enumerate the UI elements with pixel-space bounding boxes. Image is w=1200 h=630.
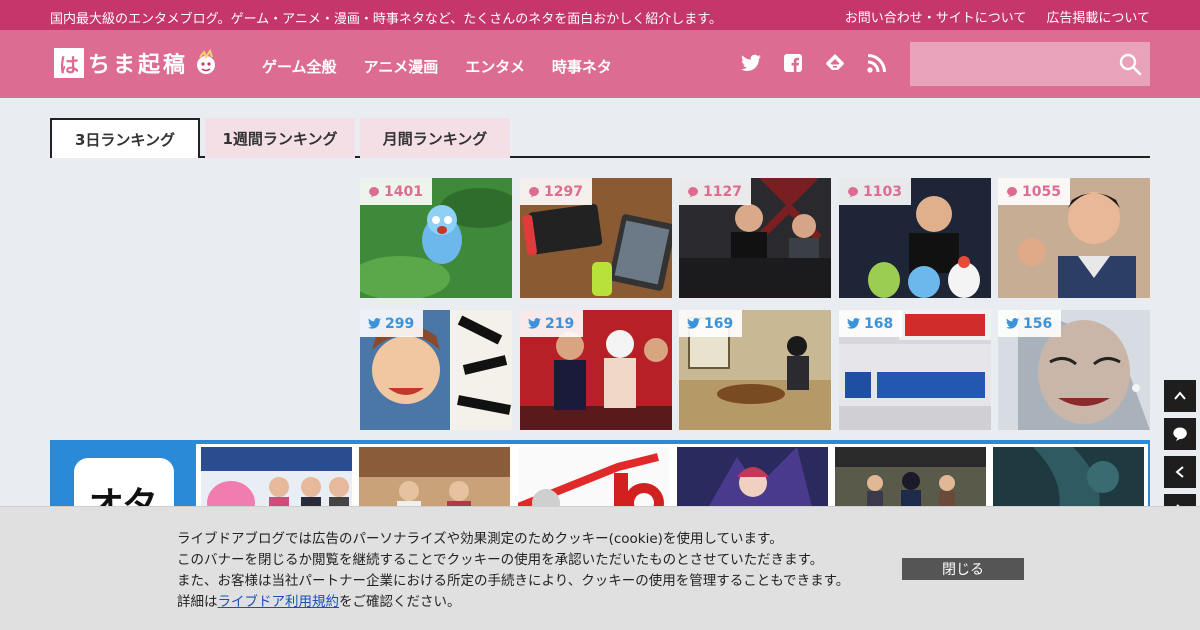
cookie-line: 詳細はライブドア利用規約をご確認ください。 — [177, 592, 849, 613]
logo-mark: は — [54, 48, 84, 78]
tweet-count-badge: 169 — [679, 310, 743, 337]
site-logo[interactable]: は ちま起稿 — [54, 46, 220, 80]
comment-icon — [1173, 427, 1187, 441]
facebook-icon[interactable] — [782, 52, 804, 74]
site-tagline: 国内最大級のエンタメブログ。ゲーム・アニメ・漫画・時事ネタなど、たくさんのネタを… — [50, 12, 722, 27]
contact-link[interactable]: お問い合わせ・サイトについて — [845, 7, 1027, 26]
cookie-line: このバナーを閉じるか閲覧を継続することでクッキーの使用を承認いただいたものとさせ… — [177, 552, 824, 568]
search-box — [910, 42, 1150, 86]
comment-count-badge: 1103 — [839, 178, 911, 205]
cookie-close-button[interactable]: 閉じる — [902, 558, 1024, 580]
twitter-icon — [368, 318, 381, 329]
cookie-line: また、お客様は当社パートナー企業における所定の手続きにより、クッキーの使用を管理… — [177, 573, 850, 589]
rss-icon[interactable] — [866, 52, 888, 74]
tweet-count-badge: 219 — [520, 310, 584, 337]
ranking-article[interactable]: 299 — [360, 310, 512, 430]
nav-games[interactable]: ゲーム全般 — [262, 56, 337, 77]
cookie-message: ライブドアブログでは広告のパーソナライズや効果測定のためクッキー(cookie)… — [177, 529, 849, 613]
comment-count-badge: 1297 — [520, 178, 592, 205]
comment-icon — [529, 186, 539, 197]
comment-count-badge: 1127 — [679, 178, 751, 205]
comment-count: 1401 — [384, 183, 423, 200]
cookie-line: ライブドアブログでは広告のパーソナライズや効果測定のためクッキー(cookie)… — [177, 531, 783, 547]
comment-icon — [369, 186, 379, 197]
ranking-article[interactable]: 1127 — [679, 178, 831, 298]
nav-entertainment[interactable]: エンタメ — [465, 56, 525, 77]
twitter-icon — [847, 318, 860, 329]
cookie-details-prefix: 詳細は — [177, 594, 218, 610]
tab-monthly-ranking[interactable]: 月間ランキング — [360, 118, 510, 158]
social-links — [740, 52, 888, 74]
ranking-article[interactable]: 156 — [998, 310, 1150, 430]
comment-count: 1297 — [544, 183, 583, 200]
twitter-icon — [1006, 318, 1019, 329]
ranking-article[interactable]: 1297 — [520, 178, 672, 298]
twitter-icon — [528, 318, 541, 329]
comments-button[interactable] — [1164, 418, 1196, 450]
logo-text: ちま起稿 — [88, 52, 189, 78]
tweet-count: 299 — [385, 315, 415, 332]
tweet-count: 169 — [704, 315, 734, 332]
header-nav: は ちま起稿 ゲーム全般 アニメ漫画 エンタメ 時事ネタ — [0, 30, 1200, 98]
ranking-article[interactable]: 168 — [839, 310, 991, 430]
comment-count: 1103 — [863, 183, 902, 200]
cookie-consent-banner: ライブドアブログでは広告のパーソナライズや効果測定のためクッキー(cookie)… — [0, 506, 1200, 630]
cookie-details-suffix: をご確認ください。 — [339, 594, 461, 610]
comment-count: 1055 — [1022, 183, 1061, 200]
terms-of-use-link[interactable]: ライブドア利用規約 — [218, 594, 340, 610]
ranking-article[interactable]: 219 — [520, 310, 672, 430]
ranking-article[interactable]: 1055 — [998, 178, 1150, 298]
comment-count-badge: 1401 — [360, 178, 432, 205]
tweet-count-badge: 156 — [998, 310, 1062, 337]
advertising-link[interactable]: 広告掲載について — [1046, 7, 1150, 26]
comment-count-badge: 1055 — [998, 178, 1070, 205]
chevron-left-icon — [1175, 466, 1184, 478]
nav-anime-manga[interactable]: アニメ漫画 — [364, 56, 439, 77]
tweet-count: 219 — [545, 315, 575, 332]
main-nav: ゲーム全般 アニメ漫画 エンタメ 時事ネタ — [262, 56, 612, 77]
chevron-up-icon — [1174, 391, 1186, 400]
nav-current-events[interactable]: 時事ネタ — [552, 56, 612, 77]
previous-button[interactable] — [1164, 456, 1196, 488]
comment-icon — [848, 186, 858, 197]
tab-3day-ranking[interactable]: 3日ランキング — [50, 118, 200, 158]
comment-icon — [1007, 186, 1017, 197]
ranking-article[interactable]: 169 — [679, 310, 831, 430]
search-input[interactable] — [910, 42, 1106, 86]
ranking-article[interactable]: 1401 — [360, 178, 512, 298]
comment-icon — [688, 186, 698, 197]
scroll-top-button[interactable] — [1164, 380, 1196, 412]
tweet-count-badge: 168 — [839, 310, 903, 337]
comment-count: 1127 — [703, 183, 742, 200]
feedly-icon[interactable] — [824, 52, 846, 74]
tweet-count: 156 — [1023, 315, 1053, 332]
tweet-count-badge: 299 — [360, 310, 424, 337]
tab-weekly-ranking[interactable]: 1週間ランキング — [205, 118, 355, 158]
logo-mascot-icon — [197, 49, 216, 74]
tweet-count: 168 — [864, 315, 894, 332]
ranking-tabs: 3日ランキング 1週間ランキング 月間ランキング — [50, 118, 1150, 158]
top-links: お問い合わせ・サイトについて 広告掲載について — [845, 7, 1150, 26]
twitter-icon — [687, 318, 700, 329]
twitter-icon[interactable] — [740, 52, 762, 74]
top-bar: 国内最大級のエンタメブログ。ゲーム・アニメ・漫画・時事ネタなど、たくさんのネタを… — [0, 0, 1200, 30]
ranking-article[interactable]: 1103 — [839, 178, 991, 298]
search-icon[interactable] — [1118, 52, 1142, 76]
